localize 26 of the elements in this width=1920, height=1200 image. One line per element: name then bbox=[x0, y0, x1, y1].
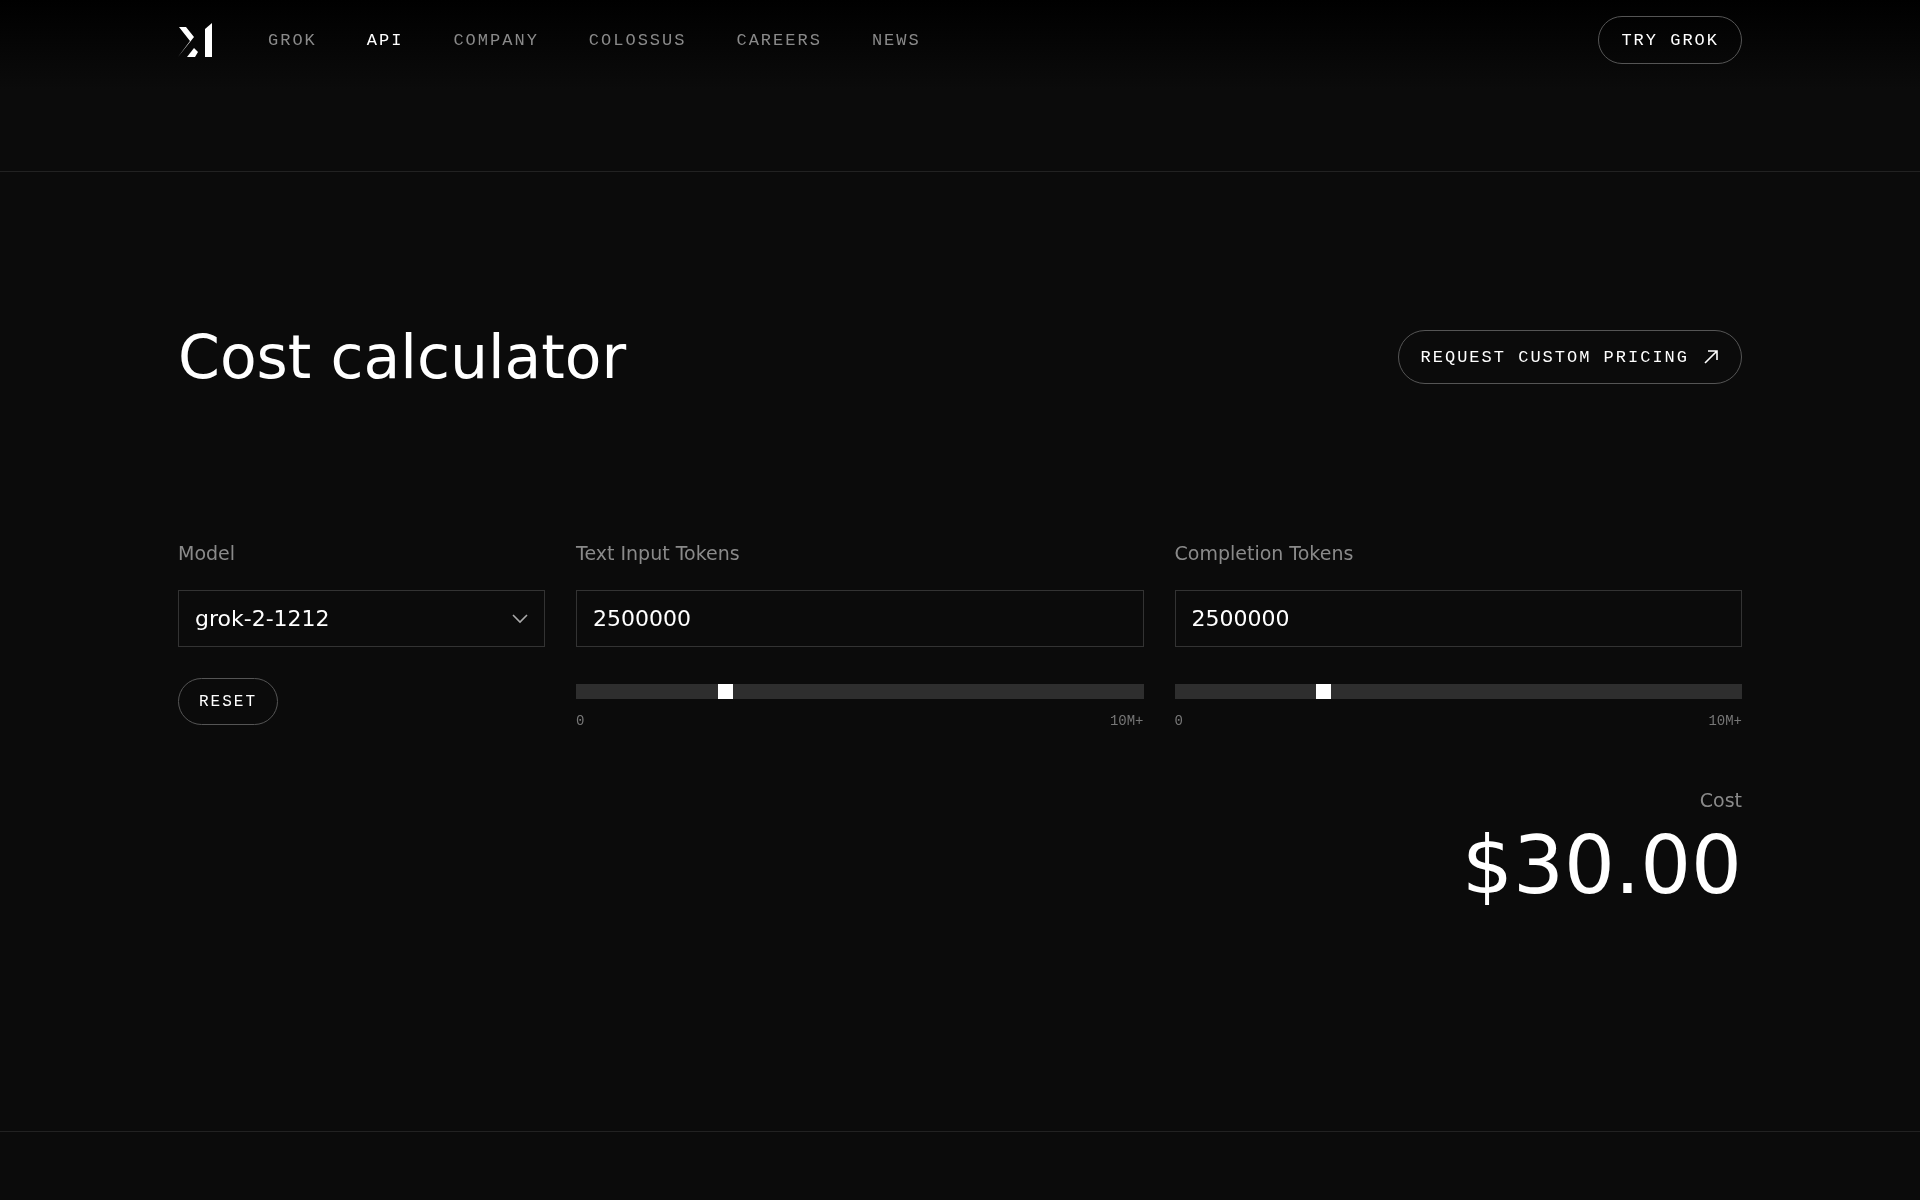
cost-label: Cost bbox=[1699, 789, 1742, 811]
field-label: Text Input Tokens bbox=[576, 542, 740, 564]
slider-thumb[interactable] bbox=[1316, 684, 1332, 699]
input-field[interactable]: 2500000 bbox=[1174, 590, 1742, 647]
slider-max-label: 10M+ bbox=[1708, 713, 1742, 729]
nav-link[interactable]: COMPANY bbox=[453, 30, 539, 50]
nav-link[interactable]: COLOSSUS bbox=[588, 30, 687, 50]
slider-track[interactable] bbox=[1174, 684, 1742, 699]
nav-link[interactable]: API bbox=[366, 30, 404, 50]
nav-link[interactable]: CAREERS bbox=[736, 30, 822, 50]
logo-icon[interactable] bbox=[178, 21, 214, 59]
nav-link[interactable]: GROK bbox=[268, 30, 317, 50]
field-label: Model bbox=[178, 542, 236, 564]
slider-min-label: 0 bbox=[1174, 713, 1183, 729]
nav-link[interactable]: NEWS bbox=[871, 30, 921, 50]
slider-min-label: 0 bbox=[576, 713, 585, 729]
slider-thumb[interactable] bbox=[717, 684, 733, 699]
slider-max-label: 10M+ bbox=[1109, 713, 1144, 729]
model-select[interactable]: grok-2-1212 bbox=[178, 590, 545, 647]
arrow-icon bbox=[1703, 349, 1719, 365]
chevron-icon bbox=[512, 613, 528, 624]
cost-amount: $30.00 bbox=[1462, 819, 1742, 912]
page-title: Cost calculator bbox=[178, 322, 627, 392]
slider-track[interactable] bbox=[576, 684, 1144, 699]
field-label: Completion Tokens bbox=[1174, 542, 1354, 564]
input-field[interactable]: 2500000 bbox=[576, 590, 1144, 647]
